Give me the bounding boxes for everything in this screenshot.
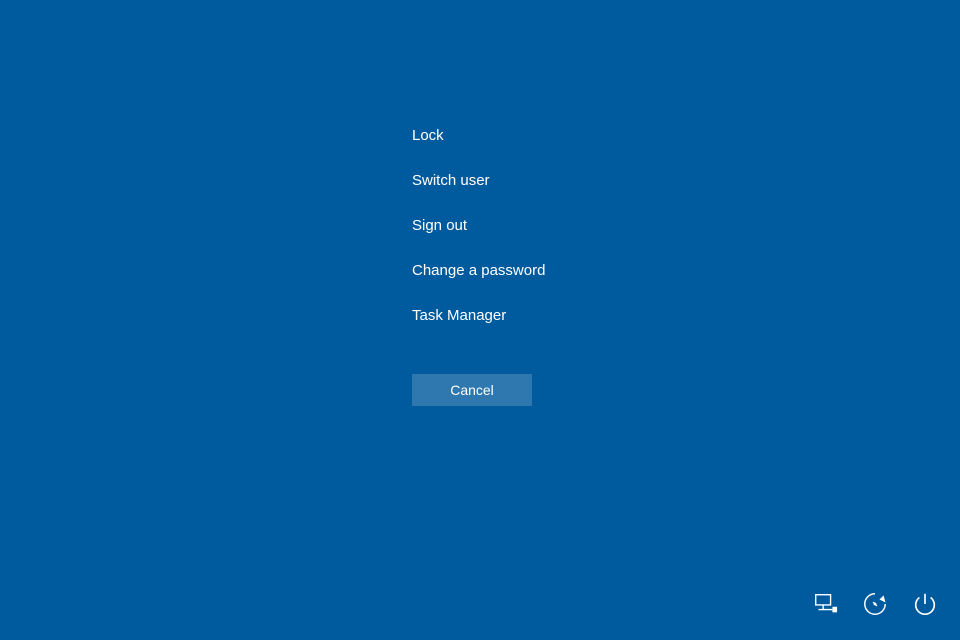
network-button[interactable] — [810, 589, 840, 622]
menu-item-sign-out[interactable]: Sign out — [412, 217, 467, 234]
menu-item-switch-user[interactable]: Switch user — [412, 172, 490, 189]
bottom-icon-bar — [810, 589, 940, 622]
cancel-button[interactable]: Cancel — [412, 374, 532, 406]
accessibility-icon — [862, 591, 888, 620]
menu-item-task-manager[interactable]: Task Manager — [412, 307, 506, 324]
network-icon — [812, 591, 838, 620]
menu-item-change-password[interactable]: Change a password — [412, 262, 545, 279]
ease-of-access-button[interactable] — [860, 589, 890, 622]
power-button[interactable] — [910, 589, 940, 622]
power-icon — [912, 591, 938, 620]
menu-item-lock[interactable]: Lock — [412, 127, 444, 144]
security-options-menu: Lock Switch user Sign out Change a passw… — [412, 127, 545, 406]
